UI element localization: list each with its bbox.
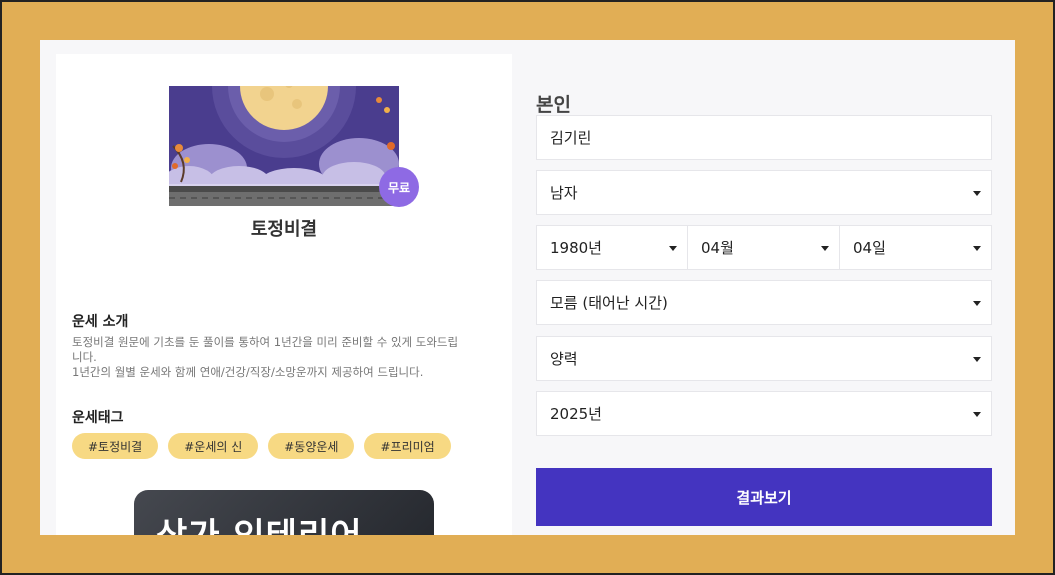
birth-month-select[interactable]: 04월: [687, 225, 840, 270]
service-title: 토정비결: [250, 219, 318, 240]
gender-value: 남자: [550, 184, 578, 202]
free-badge: 무료: [379, 167, 419, 207]
dropdown-caret-icon: [973, 412, 981, 417]
ad-text: 상가 인테리어: [156, 508, 363, 535]
tag-list: #토정비결 #운세의 신 #동양운세 #프리미엄: [72, 433, 451, 459]
name-input[interactable]: 김기린: [536, 115, 992, 160]
birth-year-select[interactable]: 1980년: [536, 225, 688, 270]
ad-banner[interactable]: 상가 인테리어: [134, 490, 434, 535]
person-label: 본인: [536, 94, 571, 116]
birth-time-select[interactable]: 모름 (태어난 시간): [536, 280, 992, 325]
birth-year-value: 1980년: [550, 239, 602, 257]
intro-line: 1년간의 월별 운세와 함께 연애/건강/직장/소망운까지 제공하여 드립니다.: [72, 365, 424, 379]
dropdown-caret-icon: [973, 246, 981, 251]
birth-time-value: 모름 (태어난 시간): [550, 294, 668, 312]
gender-select[interactable]: 남자: [536, 170, 992, 215]
service-info-panel: 무료 토정비결 운세 소개 토정비결 원문에 기초를 둔 풀이를 통하여 1년간…: [56, 54, 512, 535]
calendar-type-value: 양력: [550, 350, 578, 368]
intro-line: 토정비결 원문에 기초를 둔 풀이를 통하여 1년간을 미리 준비할 수 있게 …: [72, 335, 459, 349]
fortune-card: 무료 토정비결 운세 소개 토정비결 원문에 기초를 둔 풀이를 통하여 1년간…: [40, 40, 1015, 535]
intro-line: 니다.: [72, 350, 97, 364]
dropdown-caret-icon: [973, 357, 981, 362]
target-year-value: 2025년: [550, 405, 602, 423]
tags-heading: 운세태그: [72, 410, 124, 426]
tag-chip[interactable]: #운세의 신: [168, 433, 259, 459]
birth-day-select[interactable]: 04일: [839, 225, 992, 270]
input-form: 본인 김기린 남자 1980년 04월 04일 모름 (태어난 시간) 양력 2…: [536, 40, 996, 535]
tag-chip[interactable]: #프리미엄: [364, 433, 451, 459]
calendar-type-select[interactable]: 양력: [536, 336, 992, 381]
birth-day-value: 04일: [853, 239, 886, 257]
dropdown-caret-icon: [973, 301, 981, 306]
intro-text: 토정비결 원문에 기초를 둔 풀이를 통하여 1년간을 미리 준비할 수 있게 …: [72, 335, 492, 380]
birth-month-value: 04월: [701, 239, 734, 257]
tag-chip[interactable]: #동양운세: [268, 433, 355, 459]
dropdown-caret-icon: [973, 191, 981, 196]
moon-illustration: [169, 86, 399, 206]
dropdown-caret-icon: [821, 246, 829, 251]
dropdown-caret-icon: [669, 246, 677, 251]
submit-button[interactable]: 결과보기: [536, 468, 992, 526]
target-year-select[interactable]: 2025년: [536, 391, 992, 436]
intro-heading: 운세 소개: [72, 314, 129, 330]
name-value: 김기린: [550, 129, 592, 147]
tag-chip[interactable]: #토정비결: [72, 433, 159, 459]
